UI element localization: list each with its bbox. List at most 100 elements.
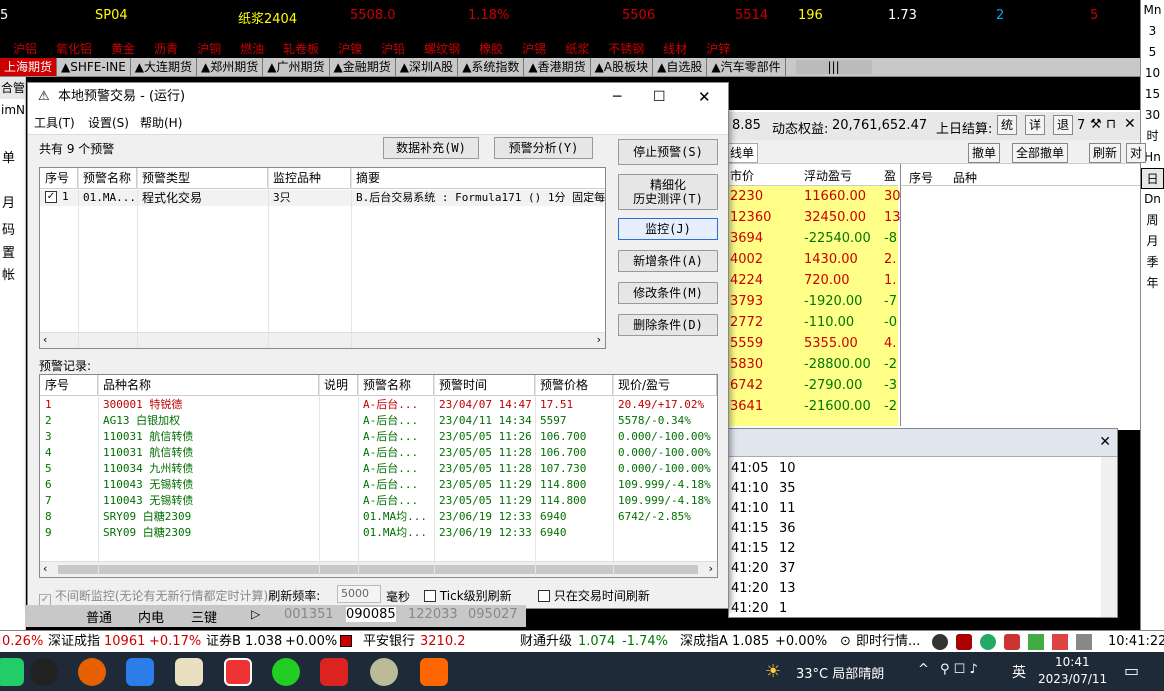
period-4[interactable]: 15 bbox=[1141, 84, 1164, 105]
stop-alert-button[interactable]: 停止预警(S) bbox=[618, 139, 718, 165]
wrench-icon[interactable]: ⚒ bbox=[1090, 117, 1102, 132]
record-row[interactable]: 5 110034 九州转债 A-后台... 23/05/05 11:28 107.730… bbox=[40, 461, 717, 477]
period-10[interactable]: 周 bbox=[1141, 210, 1164, 231]
position-row[interactable]: 2772 -110.00 -0 bbox=[728, 312, 898, 333]
ticker-item[interactable]: 纸浆 bbox=[565, 42, 589, 56]
record-row[interactable]: 9 SRY09 白糖2309 01.MA均... 23/06/19 12:33 6940 bbox=[40, 525, 717, 541]
summary-button[interactable]: 统 bbox=[997, 115, 1018, 135]
ime-indicator[interactable]: 英 bbox=[1012, 662, 1026, 682]
status-caitong[interactable]: 财通升级 bbox=[520, 631, 572, 653]
refresh-rate-input[interactable]: 5000 bbox=[337, 585, 381, 603]
left-pane-item[interactable]: 月 bbox=[1, 192, 15, 211]
ticker-item[interactable]: 沪铅 bbox=[381, 42, 405, 56]
menu-item[interactable]: 帮助(H) bbox=[140, 111, 182, 135]
trading-hours-option[interactable]: 只在交易时间刷新 bbox=[538, 587, 650, 604]
bottom-code[interactable]: 095027 bbox=[468, 607, 518, 622]
status-scz-a[interactable]: 深成指A 1.085 bbox=[680, 631, 769, 653]
mail-icon[interactable] bbox=[126, 658, 154, 686]
period-12[interactable]: 季 bbox=[1141, 252, 1164, 273]
cancel-order-button[interactable]: 撤单 bbox=[968, 143, 1001, 163]
alert-analysis-button[interactable]: 预警分析(Y) bbox=[494, 137, 593, 159]
left-pane-item[interactable]: 置 bbox=[1, 242, 15, 261]
period-13[interactable]: 年 bbox=[1141, 273, 1164, 294]
scroll-left-icon[interactable]: ‹ bbox=[43, 562, 47, 575]
record-col-header[interactable]: 预警价格 bbox=[535, 375, 613, 395]
ticker-item[interactable]: 沪锌 bbox=[706, 42, 730, 56]
ticker-item[interactable]: 燃油 bbox=[240, 42, 264, 56]
trading-app-icon[interactable] bbox=[224, 658, 252, 686]
market-tab[interactable]: ▲大连期货 bbox=[131, 58, 198, 76]
record-row[interactable]: 1 300001 特锐德 A-后台... 23/04/07 14:47 17.51 20.… bbox=[40, 397, 717, 413]
record-col-header[interactable]: 预警名称 bbox=[358, 375, 434, 395]
position-row[interactable]: 3641 -21600.00 -2 bbox=[728, 396, 898, 417]
period-8[interactable]: 日 bbox=[1141, 168, 1164, 189]
ticker-item[interactable]: 氧化铝 bbox=[56, 42, 92, 56]
record-row[interactable]: 8 SRY09 白糖2309 01.MA均... 23/06/19 12:33 6940… bbox=[40, 509, 717, 525]
scroll-left-icon[interactable]: ‹ bbox=[43, 333, 47, 346]
period-0[interactable]: Mn bbox=[1141, 0, 1164, 21]
close-icon[interactable]: ✕ bbox=[1124, 116, 1136, 132]
position-row[interactable]: 6742 -2790.00 -3 bbox=[728, 375, 898, 396]
scroll-right-icon[interactable]: › bbox=[709, 562, 713, 575]
alert-col-header[interactable]: 预警名称 bbox=[78, 168, 137, 188]
ticker-item[interactable]: 轧卷板 bbox=[283, 42, 319, 56]
alert-icon[interactable] bbox=[1028, 634, 1044, 650]
bottom-code[interactable]: 001351 bbox=[284, 607, 334, 622]
period-3[interactable]: 10 bbox=[1141, 63, 1164, 84]
period-5[interactable]: 30 bbox=[1141, 105, 1164, 126]
python-icon[interactable] bbox=[932, 634, 948, 650]
taskbar-date[interactable]: 2023/07/11 bbox=[1038, 672, 1107, 686]
ticker-item[interactable]: 橡胶 bbox=[479, 42, 503, 56]
record-row[interactable]: 4 110031 航信转债 A-后台... 23/05/05 11:28 106.700… bbox=[40, 445, 717, 461]
quote-code[interactable]: SP04 bbox=[95, 8, 128, 23]
position-row[interactable]: 3694 -22540.00 -8 bbox=[728, 228, 898, 249]
close-icon[interactable]: ✕ bbox=[1099, 434, 1111, 450]
maximize-icon[interactable]: ☐ bbox=[653, 83, 666, 111]
data-fill-button[interactable]: 数据补充(W) bbox=[383, 137, 479, 159]
news-app-icon[interactable] bbox=[320, 658, 348, 686]
edit-condition-button[interactable]: 修改条件(M) bbox=[618, 282, 718, 304]
bottom-tab[interactable]: 三键 bbox=[191, 607, 217, 626]
pin-icon[interactable]: ⊓ bbox=[1106, 117, 1116, 132]
qq-icon[interactable] bbox=[30, 658, 58, 686]
record-icon[interactable] bbox=[1004, 634, 1020, 650]
bottom-tab[interactable]: 内电 bbox=[138, 607, 164, 626]
files-icon[interactable] bbox=[175, 658, 203, 686]
left-pane-item[interactable]: 码 bbox=[1, 219, 15, 238]
market-tab[interactable]: ▲广州期货 bbox=[263, 58, 330, 76]
position-row[interactable]: 12360 32450.00 13 bbox=[728, 207, 901, 228]
more-button[interactable]: 对 bbox=[1126, 143, 1147, 163]
alert-col-header[interactable]: 序号 bbox=[40, 168, 78, 188]
period-11[interactable]: 月 bbox=[1141, 231, 1164, 252]
left-pane-item[interactable]: 帐 bbox=[1, 264, 15, 283]
close-icon[interactable]: ✕ bbox=[698, 83, 711, 111]
alert-col-header[interactable]: 摘要 bbox=[351, 168, 605, 188]
period-2[interactable]: 5 bbox=[1141, 42, 1164, 63]
menu-item[interactable]: 工具(T) bbox=[34, 111, 75, 135]
add-condition-button[interactable]: 新增条件(A) bbox=[618, 250, 718, 272]
status-pab[interactable]: 平安银行 bbox=[363, 631, 415, 653]
weather-text[interactable]: 33°C 局部晴朗 bbox=[796, 663, 884, 682]
market-tab[interactable]: ▲深圳A股 bbox=[396, 58, 459, 76]
left-tab[interactable]: 合管 bbox=[0, 77, 25, 99]
wechat-icon[interactable] bbox=[272, 658, 300, 686]
alert-row[interactable]: ✓ 1 01.MA... 程式化交易 3只 B.后台交易系统 : Formula171 (… bbox=[40, 190, 605, 206]
bottom-tab[interactable]: 普通 bbox=[86, 607, 112, 626]
position-row[interactable]: 2230 11660.00 30 bbox=[728, 186, 901, 207]
period-1[interactable]: 3 bbox=[1141, 21, 1164, 42]
minimize-icon[interactable]: ─ bbox=[613, 83, 621, 111]
quote-name[interactable]: 纸浆2404 bbox=[238, 8, 297, 27]
tray-icons[interactable]: ⚲ ☐ ♪ bbox=[940, 662, 978, 677]
wechat-work-icon[interactable] bbox=[0, 658, 24, 686]
tray-chevron-icon[interactable]: ^ bbox=[918, 662, 929, 677]
notification-icon[interactable]: ▭ bbox=[1124, 661, 1139, 680]
tabs-scrollbar[interactable]: ||| bbox=[795, 60, 872, 74]
record-row[interactable]: 6 110043 无锡转债 A-后台... 23/05/05 11:29 114.800… bbox=[40, 477, 717, 493]
record-col-header[interactable]: 说明 bbox=[319, 375, 358, 395]
firefox-icon[interactable] bbox=[78, 658, 106, 686]
position-row[interactable]: 4002 1430.00 2. bbox=[728, 249, 898, 270]
tab-kline-orders[interactable]: 线单 bbox=[726, 143, 759, 163]
continuous-monitor-option[interactable]: ✓ 不间断监控(无论有无新行情都定时计算)刷新频率: bbox=[39, 587, 320, 606]
delete-condition-button[interactable]: 删除条件(D) bbox=[618, 314, 718, 336]
status-sz-index[interactable]: 深证成指 bbox=[48, 631, 100, 653]
